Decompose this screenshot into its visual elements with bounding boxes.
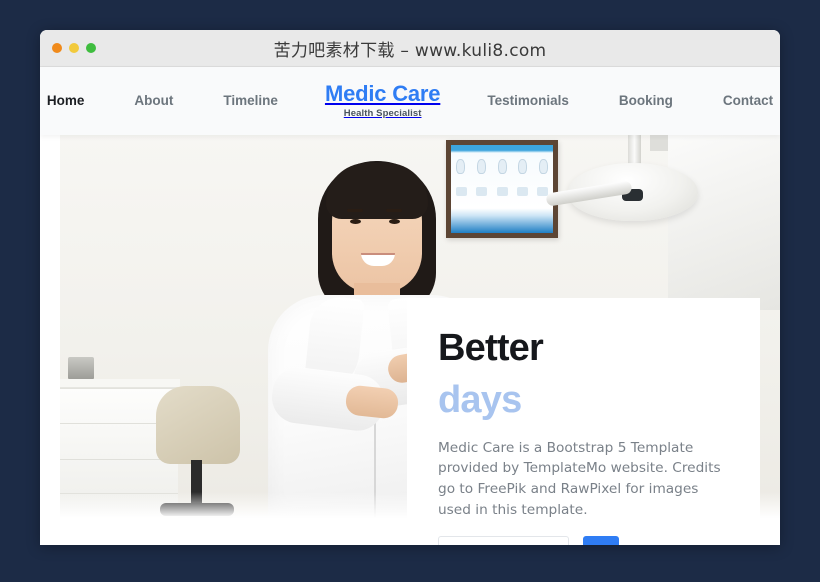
traffic-lights: [52, 43, 96, 53]
nav-item-contact[interactable]: Contact: [698, 67, 780, 135]
hero-search-input[interactable]: [438, 535, 569, 545]
eyebrow-right: [386, 209, 402, 212]
eye-left: [350, 219, 361, 224]
window-title: 苦力吧素材下载 – www.kuli8.com: [273, 40, 547, 61]
instrument-tray: [68, 357, 94, 379]
eye-right: [389, 219, 400, 224]
nav-item-booking[interactable]: Booking: [594, 67, 698, 135]
wall-panel: [668, 135, 780, 310]
nav-item-timeline[interactable]: Timeline: [198, 67, 303, 135]
nav-item-testimonials[interactable]: Testimonials: [462, 67, 594, 135]
hero-heading-line-2: days: [438, 379, 522, 422]
hero-description: Medic Care is a Bootstrap 5 Template pro…: [438, 439, 721, 519]
nav-item-about[interactable]: About: [109, 67, 198, 135]
hand-left: [344, 384, 400, 420]
brand-logo[interactable]: Medic Care Health Specialist: [303, 83, 462, 119]
hero-text-card: Better days Medic Care is a Bootstrap 5 …: [407, 298, 760, 545]
main-navigation: Home About Timeline Medic Care Health Sp…: [40, 67, 780, 135]
window-titlebar: 苦力吧素材下载 – www.kuli8.com: [40, 30, 780, 67]
tooth-icon: [518, 159, 528, 175]
browser-window: 苦力吧素材下载 – www.kuli8.com Home About Timel…: [40, 30, 780, 545]
hair-front: [326, 163, 428, 219]
hero-submit-button[interactable]: [583, 535, 619, 545]
maximize-window-icon[interactable]: [86, 43, 96, 53]
brand-name: Medic Care: [324, 81, 441, 107]
cabinet-top: [60, 379, 180, 388]
close-window-icon[interactable]: [52, 43, 62, 53]
hero-search-form: [438, 535, 760, 545]
hero-section: Better days Medic Care is a Bootstrap 5 …: [40, 135, 780, 545]
nav-item-home[interactable]: Home: [40, 67, 109, 135]
brand-subtitle: Health Specialist: [343, 108, 422, 120]
minimize-window-icon[interactable]: [69, 43, 79, 53]
tooth-icon: [538, 159, 548, 175]
stool-seat: [156, 386, 240, 464]
eyebrow-left: [347, 209, 363, 212]
hero-heading-line-1: Better: [438, 327, 544, 369]
diagram-icon: [516, 187, 528, 197]
